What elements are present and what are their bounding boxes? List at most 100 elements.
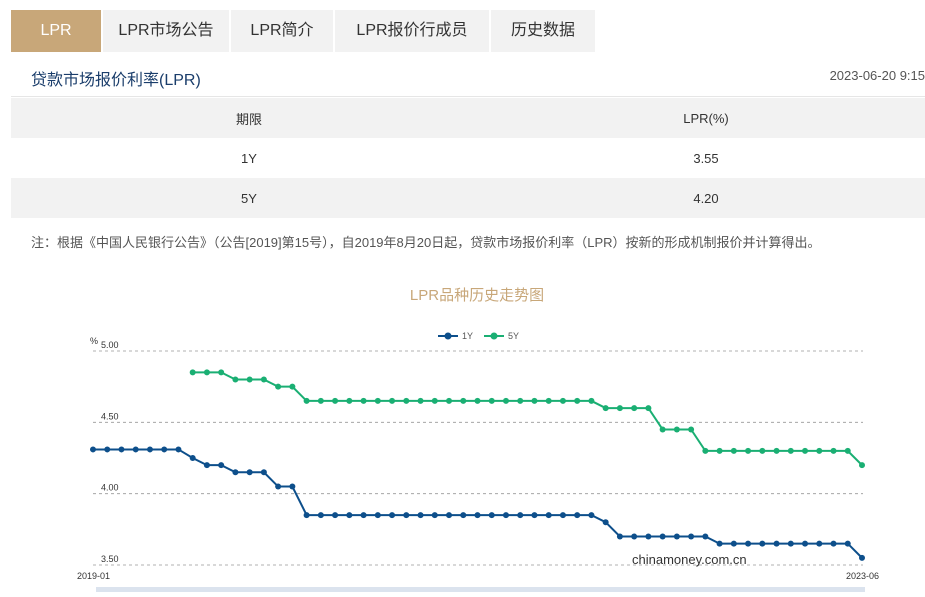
- data-point-1y[interactable]: [118, 446, 125, 453]
- data-point-1y[interactable]: [559, 512, 566, 519]
- tab-lpr[interactable]: LPR: [11, 10, 101, 52]
- data-point-1y[interactable]: [360, 512, 367, 519]
- data-point-5y[interactable]: [859, 462, 865, 469]
- data-point-1y[interactable]: [446, 512, 453, 519]
- data-point-1y[interactable]: [702, 533, 709, 540]
- data-point-1y[interactable]: [317, 512, 324, 519]
- tab-lpr-intro[interactable]: LPR简介: [231, 10, 333, 52]
- data-point-1y[interactable]: [203, 462, 210, 469]
- data-point-1y[interactable]: [545, 512, 552, 519]
- data-point-5y[interactable]: [517, 397, 524, 404]
- data-point-1y[interactable]: [90, 446, 96, 453]
- data-point-5y[interactable]: [787, 447, 794, 454]
- data-point-1y[interactable]: [659, 533, 666, 540]
- data-point-1y[interactable]: [132, 446, 139, 453]
- data-point-1y[interactable]: [602, 519, 609, 526]
- data-point-1y[interactable]: [332, 512, 339, 519]
- data-point-5y[interactable]: [759, 447, 766, 454]
- data-point-1y[interactable]: [474, 512, 481, 519]
- data-point-5y[interactable]: [417, 397, 424, 404]
- data-point-1y[interactable]: [303, 512, 310, 519]
- data-point-5y[interactable]: [346, 397, 353, 404]
- data-point-5y[interactable]: [844, 447, 851, 454]
- data-point-1y[interactable]: [246, 469, 253, 476]
- data-point-5y[interactable]: [303, 397, 310, 404]
- data-point-1y[interactable]: [146, 446, 153, 453]
- data-point-5y[interactable]: [218, 369, 225, 376]
- data-point-5y[interactable]: [773, 447, 780, 454]
- data-point-1y[interactable]: [488, 512, 495, 519]
- data-point-5y[interactable]: [659, 426, 666, 433]
- data-point-5y[interactable]: [802, 447, 809, 454]
- data-point-5y[interactable]: [332, 397, 339, 404]
- data-point-1y[interactable]: [716, 540, 723, 547]
- data-point-5y[interactable]: [588, 397, 595, 404]
- data-point-1y[interactable]: [346, 512, 353, 519]
- data-point-5y[interactable]: [317, 397, 324, 404]
- data-point-5y[interactable]: [246, 376, 253, 383]
- data-point-1y[interactable]: [745, 540, 752, 547]
- data-point-1y[interactable]: [787, 540, 794, 547]
- data-point-5y[interactable]: [232, 376, 239, 383]
- data-point-5y[interactable]: [403, 397, 410, 404]
- data-point-1y[interactable]: [161, 446, 168, 453]
- data-point-5y[interactable]: [616, 405, 623, 412]
- data-point-1y[interactable]: [218, 462, 225, 469]
- data-point-1y[interactable]: [730, 540, 737, 547]
- tab-lpr-announcements[interactable]: LPR市场公告: [103, 10, 229, 52]
- data-point-1y[interactable]: [104, 446, 111, 453]
- data-point-5y[interactable]: [474, 397, 481, 404]
- data-point-5y[interactable]: [275, 383, 282, 390]
- data-point-5y[interactable]: [645, 405, 652, 412]
- data-point-1y[interactable]: [816, 540, 823, 547]
- data-point-1y[interactable]: [531, 512, 538, 519]
- data-point-5y[interactable]: [203, 369, 210, 376]
- data-point-1y[interactable]: [389, 512, 396, 519]
- data-point-1y[interactable]: [673, 533, 680, 540]
- data-point-1y[interactable]: [417, 512, 424, 519]
- data-point-1y[interactable]: [374, 512, 381, 519]
- data-point-1y[interactable]: [275, 483, 282, 490]
- data-point-5y[interactable]: [431, 397, 438, 404]
- data-point-1y[interactable]: [175, 446, 182, 453]
- data-point-5y[interactable]: [360, 397, 367, 404]
- data-point-5y[interactable]: [702, 447, 709, 454]
- data-point-5y[interactable]: [688, 426, 695, 433]
- data-point-1y[interactable]: [844, 540, 851, 547]
- data-point-5y[interactable]: [631, 405, 638, 412]
- data-point-5y[interactable]: [830, 447, 837, 454]
- data-point-5y[interactable]: [745, 447, 752, 454]
- data-point-5y[interactable]: [189, 369, 196, 376]
- data-point-1y[interactable]: [431, 512, 438, 519]
- data-point-1y[interactable]: [460, 512, 467, 519]
- data-point-1y[interactable]: [260, 469, 267, 476]
- data-point-5y[interactable]: [559, 397, 566, 404]
- data-point-5y[interactable]: [488, 397, 495, 404]
- data-point-1y[interactable]: [588, 512, 595, 519]
- data-point-5y[interactable]: [446, 397, 453, 404]
- data-point-5y[interactable]: [260, 376, 267, 383]
- data-point-1y[interactable]: [403, 512, 410, 519]
- data-point-1y[interactable]: [502, 512, 509, 519]
- data-point-5y[interactable]: [673, 426, 680, 433]
- data-point-1y[interactable]: [759, 540, 766, 547]
- data-point-1y[interactable]: [773, 540, 780, 547]
- data-point-5y[interactable]: [730, 447, 737, 454]
- data-point-5y[interactable]: [502, 397, 509, 404]
- data-point-1y[interactable]: [232, 469, 239, 476]
- data-point-1y[interactable]: [517, 512, 524, 519]
- data-point-1y[interactable]: [645, 533, 652, 540]
- data-point-1y[interactable]: [802, 540, 809, 547]
- data-point-1y[interactable]: [574, 512, 581, 519]
- data-point-5y[interactable]: [289, 383, 296, 390]
- data-point-1y[interactable]: [189, 455, 196, 461]
- data-point-5y[interactable]: [602, 405, 609, 412]
- tab-lpr-quote-banks[interactable]: LPR报价行成员: [335, 10, 489, 52]
- data-point-1y[interactable]: [631, 533, 638, 540]
- data-point-5y[interactable]: [531, 397, 538, 404]
- data-point-5y[interactable]: [389, 397, 396, 404]
- data-point-5y[interactable]: [716, 447, 723, 454]
- data-point-5y[interactable]: [574, 397, 581, 404]
- data-point-1y[interactable]: [830, 540, 837, 547]
- data-point-5y[interactable]: [374, 397, 381, 404]
